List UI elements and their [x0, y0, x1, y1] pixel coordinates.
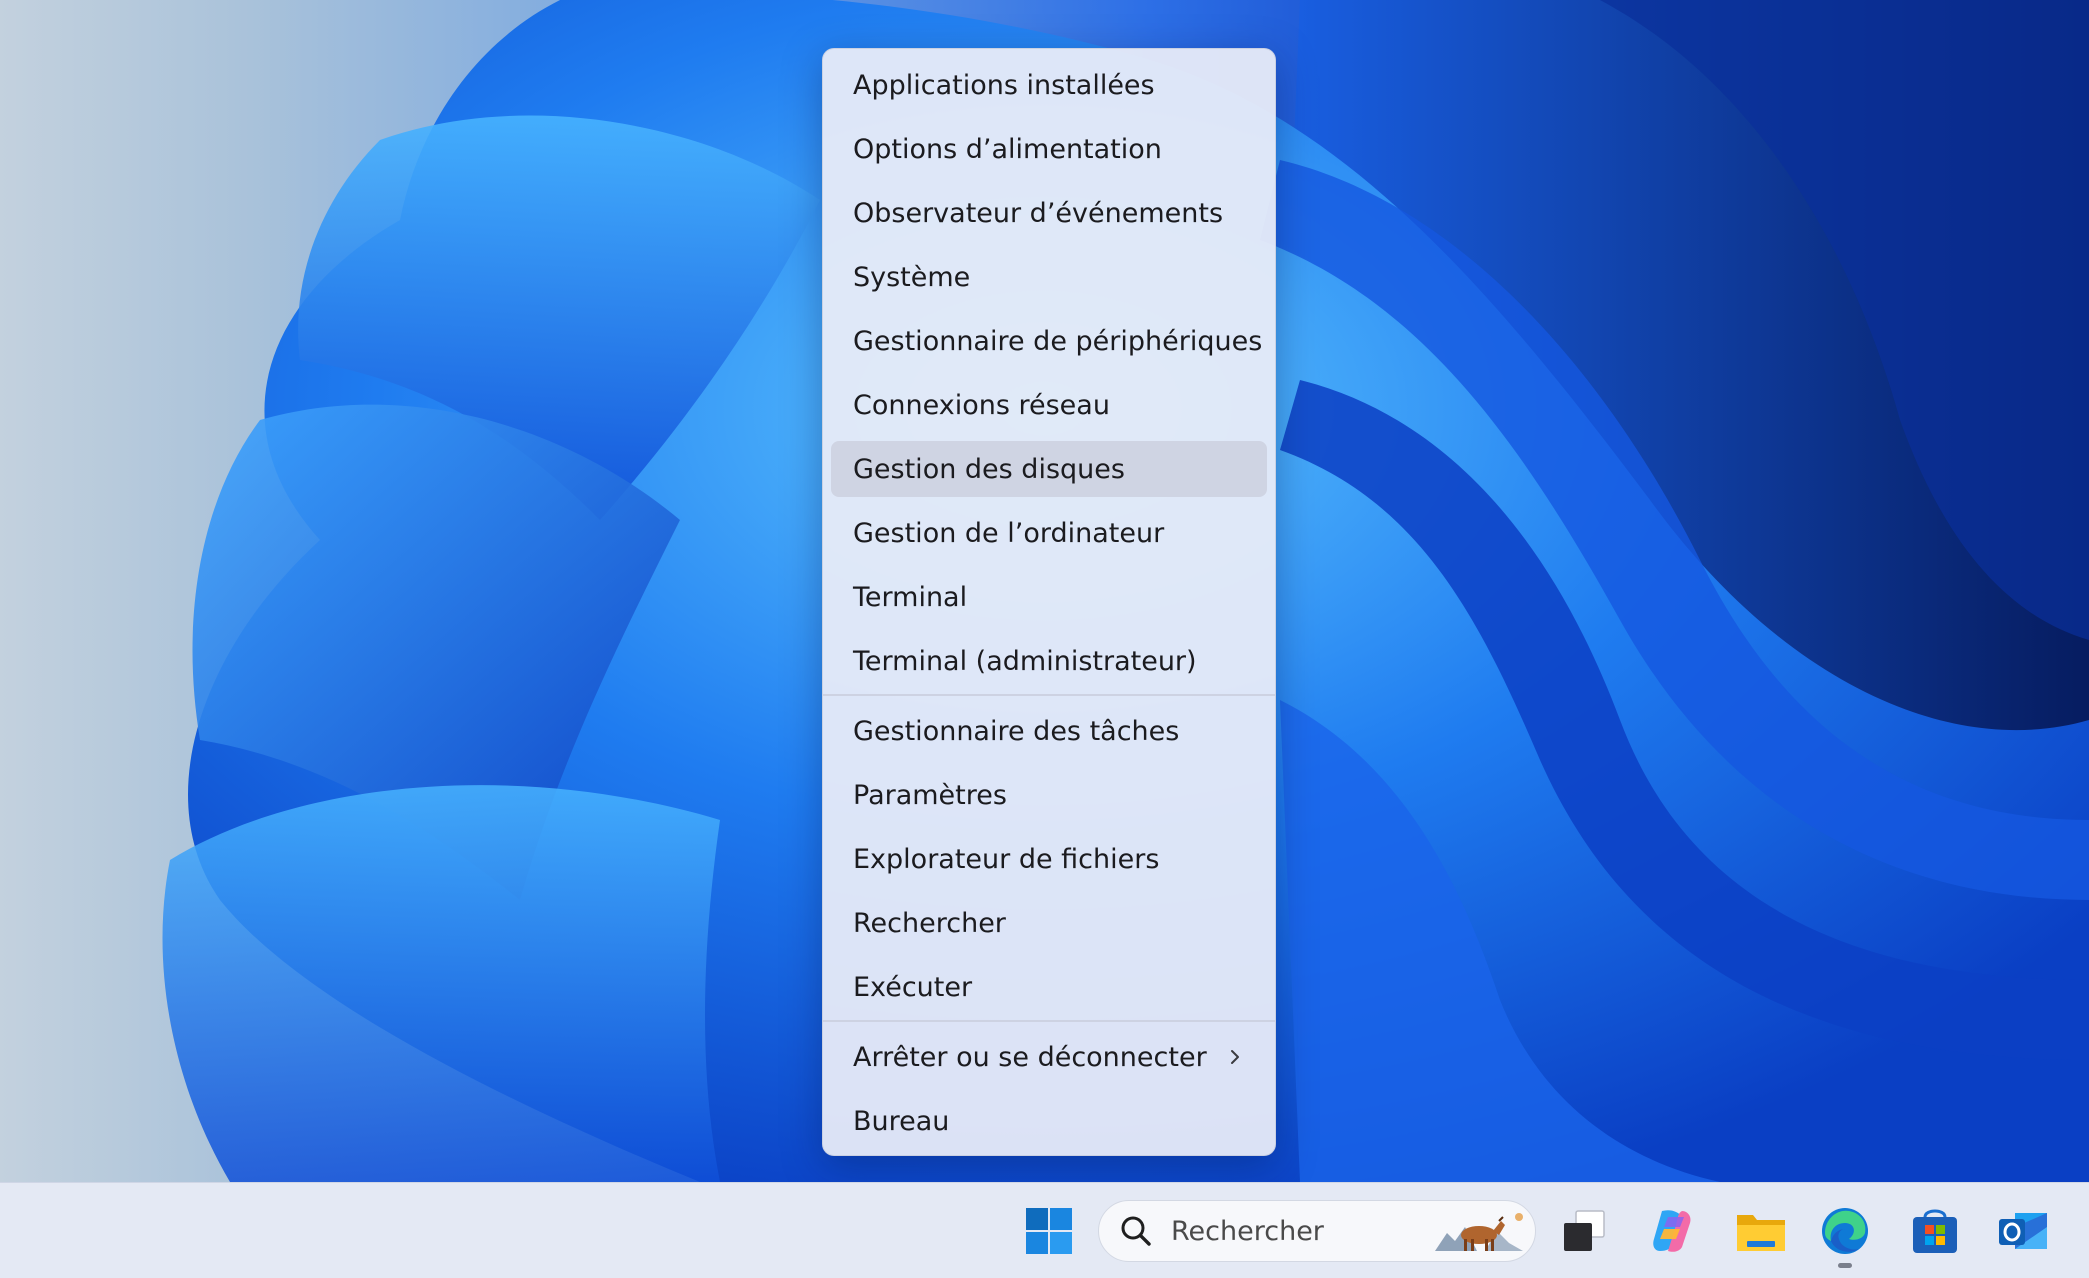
menu-separator — [823, 694, 1275, 696]
desktop-wallpaper: Applications installées Options d’alimen… — [0, 0, 2089, 1182]
menu-item-run[interactable]: Exécuter — [831, 959, 1267, 1015]
menu-item-terminal-admin[interactable]: Terminal (administrateur) — [831, 633, 1267, 689]
copilot-icon[interactable] — [1644, 1203, 1700, 1259]
menu-item-computer-management[interactable]: Gestion de l’ordinateur — [831, 505, 1267, 561]
menu-item-label: Options d’alimentation — [853, 133, 1162, 165]
search-highlight-illustration — [1435, 1213, 1523, 1251]
menu-item-label: Gestion des disques — [853, 453, 1125, 485]
menu-item-installed-apps[interactable]: Applications installées — [831, 57, 1267, 113]
taskbar — [0, 1182, 2089, 1278]
menu-item-label: Exécuter — [853, 971, 973, 1003]
menu-item-system[interactable]: Système — [831, 249, 1267, 305]
menu-item-settings[interactable]: Paramètres — [831, 767, 1267, 823]
windows-start-icon[interactable] — [1021, 1203, 1077, 1259]
menu-item-file-explorer[interactable]: Explorateur de fichiers — [831, 831, 1267, 887]
microsoft-store-icon[interactable] — [1907, 1203, 1963, 1259]
file-explorer-icon[interactable] — [1733, 1203, 1789, 1259]
menu-item-device-manager[interactable]: Gestionnaire de périphériques — [831, 313, 1267, 369]
search-input[interactable] — [1171, 1211, 1411, 1251]
menu-item-label: Gestionnaire de périphériques — [853, 325, 1263, 357]
menu-item-label: Connexions réseau — [853, 389, 1110, 421]
menu-item-search[interactable]: Rechercher — [831, 895, 1267, 951]
menu-item-label: Arrêter ou se déconnecter — [853, 1041, 1207, 1073]
chevron-right-icon — [1231, 1050, 1239, 1064]
menu-item-event-viewer[interactable]: Observateur d’événements — [831, 185, 1267, 241]
menu-item-label: Gestionnaire des tâches — [853, 715, 1180, 747]
edge-icon[interactable] — [1817, 1203, 1873, 1259]
taskbar-search-box[interactable] — [1098, 1200, 1536, 1262]
menu-item-power-options[interactable]: Options d’alimentation — [831, 121, 1267, 177]
menu-item-label: Système — [853, 261, 971, 293]
menu-item-label: Gestion de l’ordinateur — [853, 517, 1165, 549]
menu-item-label: Paramètres — [853, 779, 1007, 811]
task-view-icon[interactable] — [1556, 1203, 1612, 1259]
running-indicator — [1838, 1263, 1852, 1268]
menu-separator — [823, 1020, 1275, 1022]
menu-item-label: Terminal — [853, 581, 968, 613]
menu-item-label: Explorateur de fichiers — [853, 843, 1160, 875]
menu-item-label: Terminal (administrateur) — [853, 645, 1197, 677]
search-icon — [1121, 1216, 1151, 1246]
menu-item-desktop[interactable]: Bureau — [831, 1093, 1267, 1149]
menu-item-label: Bureau — [853, 1105, 950, 1137]
context-menu: Applications installées Options d’alimen… — [822, 48, 1276, 1156]
menu-item-terminal[interactable]: Terminal — [831, 569, 1267, 625]
menu-item-label: Observateur d’événements — [853, 197, 1224, 229]
menu-item-disk-management[interactable]: Gestion des disques — [831, 441, 1267, 497]
menu-item-label: Rechercher — [853, 907, 1006, 939]
menu-item-shutdown-signout[interactable]: Arrêter ou se déconnecter — [831, 1029, 1267, 1085]
menu-item-label: Applications installées — [853, 69, 1155, 101]
menu-item-task-manager[interactable]: Gestionnaire des tâches — [831, 703, 1267, 759]
outlook-icon[interactable] — [1995, 1203, 2051, 1259]
menu-item-network-connections[interactable]: Connexions réseau — [831, 377, 1267, 433]
